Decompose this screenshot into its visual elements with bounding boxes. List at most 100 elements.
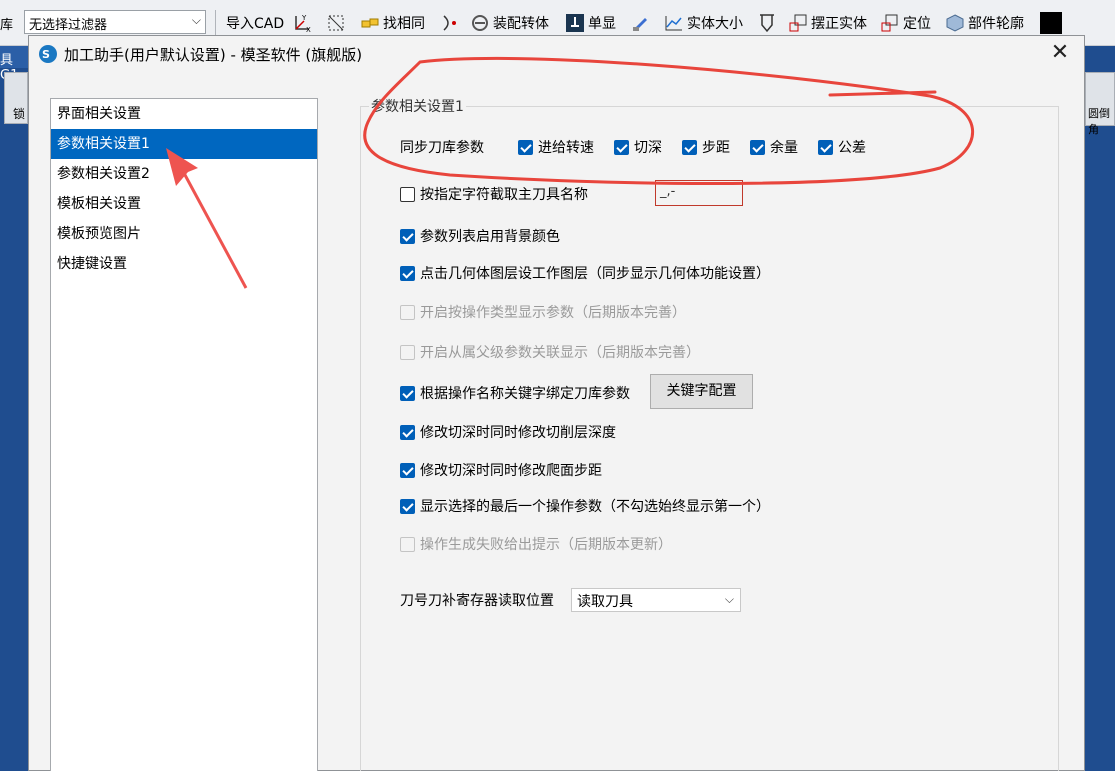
sync-feed-speed-label: 进给转速 xyxy=(538,140,594,156)
locate-button[interactable]: 定位 xyxy=(880,11,931,35)
part-outline-button[interactable]: 部件轮廓 xyxy=(945,11,1024,35)
register-position-select[interactable]: 读取刀具 ⌵ xyxy=(571,588,741,612)
filter-select-value: 无选择过滤器 xyxy=(29,18,108,33)
assembly-button[interactable]: 装配转体 xyxy=(470,11,549,35)
bg-color-label: 参数列表启用背景颜色 xyxy=(420,229,560,245)
checkbox-box xyxy=(518,139,533,155)
nav-item-params-2[interactable]: 参数相关设置2 xyxy=(51,159,317,189)
chevron-down-icon: ⌵ xyxy=(191,13,201,27)
import-cad-label: 导入CAD xyxy=(226,16,285,32)
single-display-icon xyxy=(566,14,584,32)
align-solid-icon xyxy=(789,14,807,32)
app-left-tab[interactable]: 具G1 xyxy=(0,46,28,83)
app-right-button[interactable]: 圆倒角 xyxy=(1085,72,1115,136)
app-right-strip: 圆倒角 xyxy=(1085,46,1115,771)
parent-link-label: 开启从属父级参数关联显示（后期版本完善） xyxy=(420,345,700,361)
climb-step-label: 修改切深时同时修改爬面步距 xyxy=(420,463,602,479)
svg-text:Y: Y xyxy=(301,14,307,22)
sync-feed-speed-checkbox[interactable]: 进给转速 xyxy=(518,137,594,157)
box-select-button[interactable] xyxy=(326,11,346,35)
checkbox-box xyxy=(400,344,415,360)
solid-size-label: 实体大小 xyxy=(687,16,743,32)
checkbox-box xyxy=(400,265,415,281)
group-title: 参数相关设置1 xyxy=(369,96,466,116)
fail-tip-label: 操作生成失败给出提示（后期版本更新） xyxy=(420,537,672,553)
by-op-type-label: 开启按操作类型显示参数（后期版本完善） xyxy=(420,305,686,321)
prefix-chars-input[interactable]: _,- xyxy=(655,180,743,206)
nav-item-interface[interactable]: 界面相关设置 xyxy=(51,99,317,129)
color-swatch-icon xyxy=(1040,12,1062,34)
app-left-button-label: 锁 xyxy=(13,107,26,121)
register-position-label: 刀号刀补寄存器读取位置 xyxy=(400,593,554,609)
click-layer-checkbox[interactable]: 点击几何体图层设工作图层（同步显示几何体功能设置） xyxy=(400,263,770,283)
fail-tip-checkbox[interactable]: 操作生成失败给出提示（后期版本更新） xyxy=(400,534,672,554)
sync-tool-params-row: 同步刀库参数 进给转速 切深 步距 余量 公差 xyxy=(400,137,886,157)
sync-cut-depth-checkbox[interactable]: 切深 xyxy=(614,137,662,157)
sync-tolerance-checkbox[interactable]: 公差 xyxy=(818,137,866,157)
color-swatch-button[interactable] xyxy=(1040,11,1062,35)
settings-nav-list: 界面相关设置 参数相关设置1 参数相关设置2 模板相关设置 模板预览图片 快捷键… xyxy=(50,98,318,771)
keyword-bind-label: 根据操作名称关键字绑定刀库参数 xyxy=(420,386,630,402)
sync-step-label: 步距 xyxy=(702,140,730,156)
find-same-label: 找相同 xyxy=(383,16,425,32)
align-solid-label: 摆正实体 xyxy=(811,16,867,32)
nav-item-template-preview[interactable]: 模板预览图片 xyxy=(51,219,317,249)
nav-item-params-1[interactable]: 参数相关设置1 xyxy=(51,129,317,159)
checkbox-box xyxy=(400,228,415,244)
sync-step-checkbox[interactable]: 步距 xyxy=(682,137,730,157)
keyword-config-button[interactable]: 关键字配置 xyxy=(650,374,753,409)
climb-step-checkbox[interactable]: 修改切深时同时修改爬面步距 xyxy=(400,460,602,480)
checkbox-box xyxy=(614,139,629,155)
prefix-truncate-checkbox[interactable]: 按指定字符截取主刀具名称 xyxy=(400,184,588,204)
nav-item-shortcuts[interactable]: 快捷键设置 xyxy=(51,249,317,279)
checkbox-box xyxy=(400,385,415,401)
app-left-button[interactable]: 锁 xyxy=(4,72,28,124)
tool-holder-icon xyxy=(760,14,774,33)
chart-line-icon xyxy=(665,16,682,31)
chevron-down-icon: ⌵ xyxy=(724,592,734,606)
checkbox-box xyxy=(400,304,415,320)
sync-stock-label: 余量 xyxy=(770,140,798,156)
solid-size-button[interactable]: 实体大小 xyxy=(664,11,743,35)
toolbar-left-label: 库 xyxy=(0,18,14,33)
cut-depth-layer-checkbox[interactable]: 修改切深时同时修改切削层深度 xyxy=(400,422,616,442)
sync-stock-checkbox[interactable]: 余量 xyxy=(750,137,798,157)
checkbox-box xyxy=(400,186,415,202)
nav-item-template[interactable]: 模板相关设置 xyxy=(51,189,317,219)
checkbox-box xyxy=(400,498,415,514)
app-logo-icon: S xyxy=(39,45,57,63)
parent-link-checkbox[interactable]: 开启从属父级参数关联显示（后期版本完善） xyxy=(400,342,700,362)
locate-icon xyxy=(881,14,898,32)
bracket-icon xyxy=(443,15,456,31)
align-solid-button[interactable]: 摆正实体 xyxy=(788,11,867,35)
checkbox-box xyxy=(400,424,415,440)
find-same-button[interactable]: 找相同 xyxy=(360,11,425,35)
checkbox-box xyxy=(818,139,833,155)
keyword-bind-checkbox[interactable]: 根据操作名称关键字绑定刀库参数 xyxy=(400,383,630,403)
last-op-checkbox[interactable]: 显示选择的最后一个操作参数（不勾选始终显示第一个） xyxy=(400,496,770,516)
dialog-title: 加工助手(用户默认设置) - 模圣软件 (旗舰版) xyxy=(64,46,363,64)
svg-text:X: X xyxy=(306,26,311,33)
locate-label: 定位 xyxy=(903,16,931,32)
filter-select[interactable]: 无选择过滤器 ⌵ xyxy=(24,10,206,34)
prefix-truncate-label: 按指定字符截取主刀具名称 xyxy=(420,187,588,203)
part-outline-icon xyxy=(946,14,964,32)
checkbox-box xyxy=(400,462,415,478)
find-same-icon xyxy=(361,18,379,28)
pen-edit-button[interactable] xyxy=(630,11,650,35)
last-op-label: 显示选择的最后一个操作参数（不勾选始终显示第一个） xyxy=(420,499,770,515)
settings-dialog: S 加工助手(用户默认设置) - 模圣软件 (旗舰版) ✕ 界面相关设置 参数相… xyxy=(28,35,1085,771)
bg-color-checkbox[interactable]: 参数列表启用背景颜色 xyxy=(400,226,560,246)
cut-depth-layer-label: 修改切深时同时修改切削层深度 xyxy=(420,425,616,441)
box-select-icon xyxy=(328,15,344,31)
by-op-type-checkbox[interactable]: 开启按操作类型显示参数（后期版本完善） xyxy=(400,302,686,322)
bracket-button[interactable] xyxy=(440,11,460,35)
sync-tolerance-label: 公差 xyxy=(838,140,866,156)
tool-holder-button[interactable] xyxy=(757,11,777,35)
single-display-button[interactable]: 单显 xyxy=(565,11,616,35)
close-button[interactable]: ✕ xyxy=(1048,42,1072,66)
import-cad-button[interactable]: 导入CAD xyxy=(226,11,284,35)
axis-xyz-button[interactable]: YX xyxy=(292,11,312,35)
assembly-label: 装配转体 xyxy=(493,16,549,32)
assembly-icon xyxy=(472,15,488,31)
